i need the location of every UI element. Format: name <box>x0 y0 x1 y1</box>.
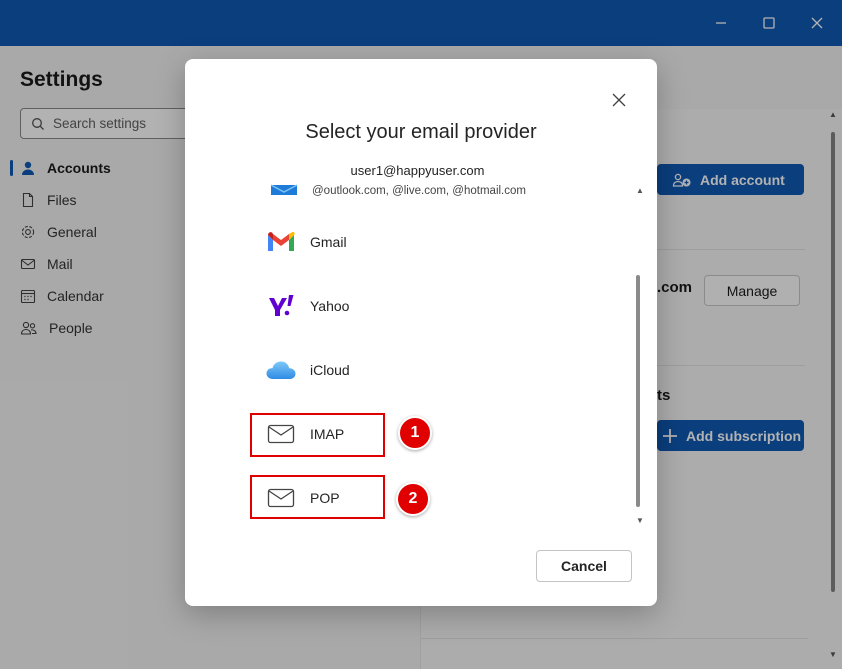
gmail-icon <box>265 226 297 258</box>
provider-label: Gmail <box>310 234 347 250</box>
provider-yahoo[interactable]: Yahoo <box>265 285 349 327</box>
provider-icloud[interactable]: iCloud <box>265 349 350 391</box>
cancel-label: Cancel <box>561 558 607 574</box>
provider-list: user1@happyuser.com @outlook.com, @live.… <box>245 159 640 529</box>
cancel-button[interactable]: Cancel <box>536 550 632 582</box>
pop-highlight-box <box>250 475 385 519</box>
list-scroll-down-arrow[interactable]: ▼ <box>636 516 644 525</box>
select-provider-dialog: Select your email provider user1@happyus… <box>185 59 657 606</box>
yahoo-icon <box>265 290 297 322</box>
provider-gmail[interactable]: Gmail <box>265 221 347 263</box>
step-badge-2: 2 <box>396 482 430 516</box>
dialog-title: Select your email provider <box>305 121 537 143</box>
outlook-account-email: user1@happyuser.com <box>350 163 485 178</box>
outlook-domains: @outlook.com, @live.com, @hotmail.com <box>312 185 526 197</box>
provider-label: Yahoo <box>310 298 350 314</box>
outlook-icon <box>269 181 299 200</box>
dialog-close-button[interactable] <box>609 90 629 110</box>
step-badge-1: 1 <box>398 416 432 450</box>
provider-list-scrollbar[interactable] <box>636 189 640 519</box>
provider-label: iCloud <box>310 362 350 378</box>
scrollbar-thumb[interactable] <box>636 275 640 507</box>
icloud-icon <box>265 354 297 386</box>
close-icon <box>612 93 626 107</box>
imap-highlight-box <box>250 413 385 457</box>
